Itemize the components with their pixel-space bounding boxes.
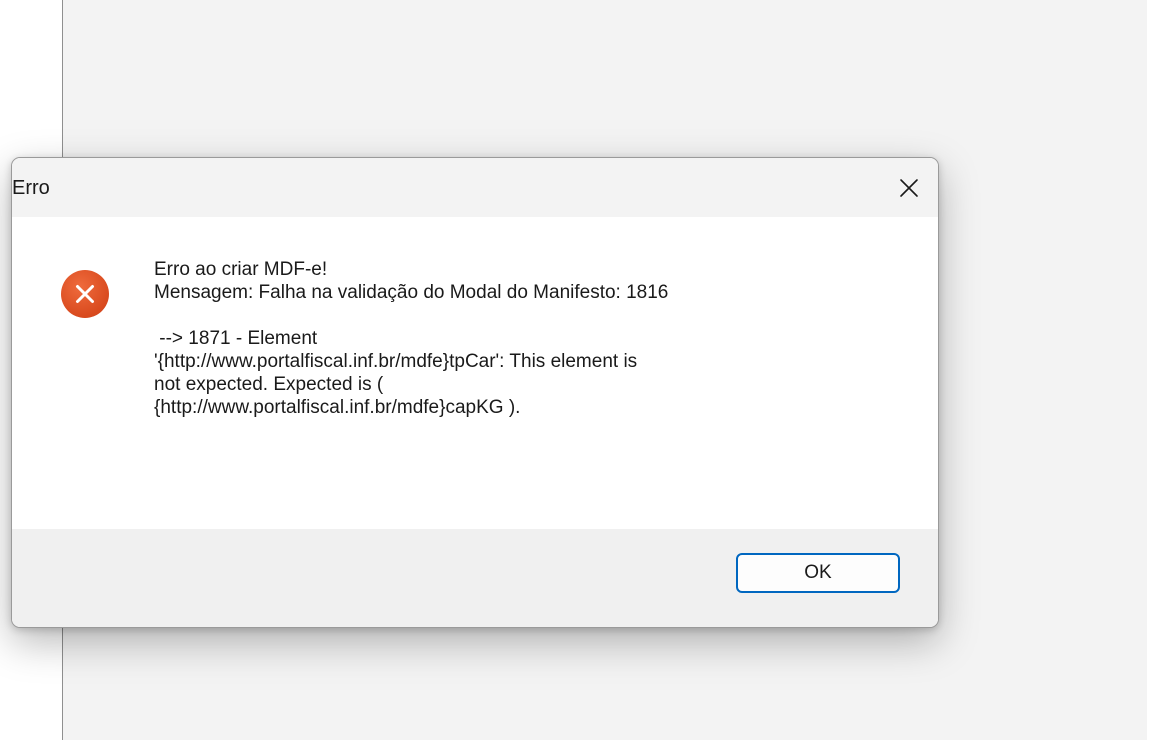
message-line: Mensagem: Falha na validação do Modal do… [154, 282, 669, 303]
dialog-titlebar: Erro [12, 158, 938, 217]
message-detail: --> 1871 - Element '{http://www.portalfi… [154, 328, 638, 418]
dialog-title: Erro [12, 177, 50, 199]
message-heading: Erro ao criar MDF-e! [154, 259, 328, 280]
error-x-glyph [76, 285, 94, 303]
error-dialog: Erro Erro ao criar MDF-e! Mensagem: Falha… [11, 157, 939, 628]
error-message: Erro ao criar MDF-e! Mensagem: Falha na v… [154, 258, 874, 419]
close-icon [900, 178, 918, 197]
dialog-footer: OK [12, 529, 938, 627]
error-icon [61, 270, 109, 318]
close-button[interactable] [880, 158, 938, 217]
dialog-content: Erro ao criar MDF-e! Mensagem: Falha na v… [12, 217, 938, 529]
background-right-strip [1147, 0, 1153, 740]
ok-button[interactable]: OK [736, 553, 900, 593]
